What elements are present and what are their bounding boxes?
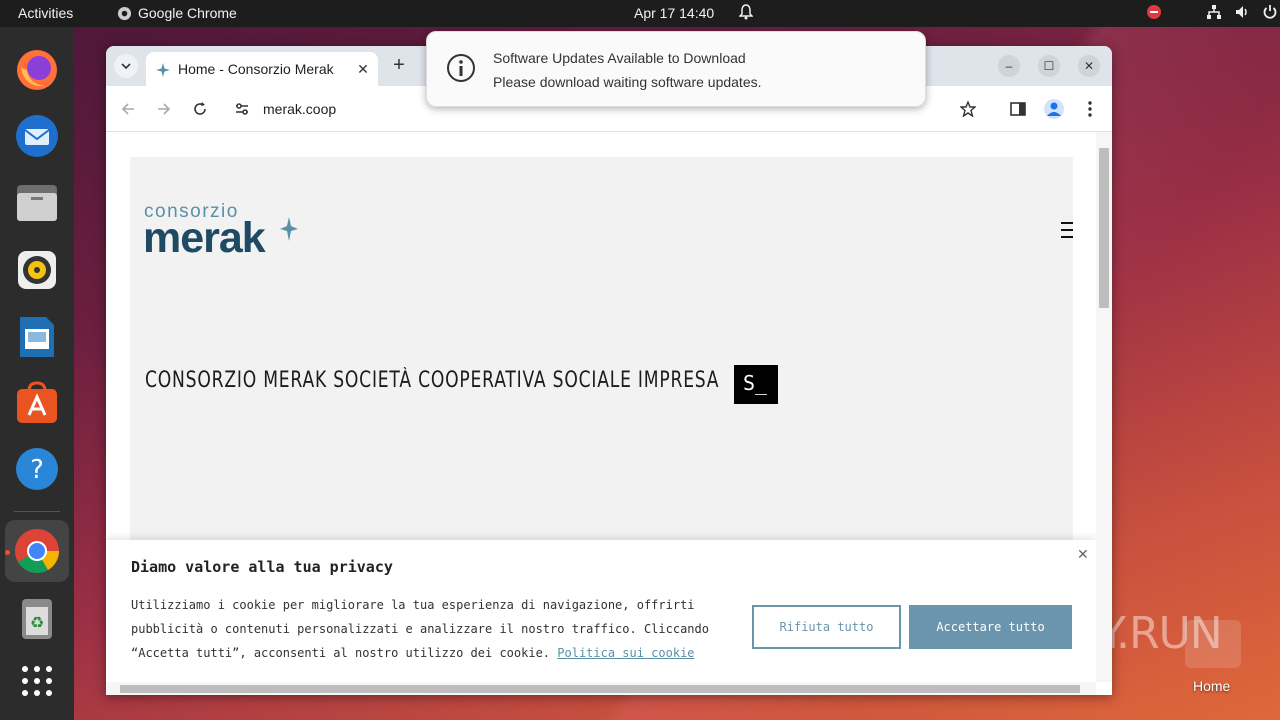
google-chrome-icon[interactable] <box>13 527 61 575</box>
profile-button[interactable] <box>1042 97 1066 121</box>
chrome-window: Home - Consorzio Merak ✕ + – ☐ ✕ merak.c… <box>106 46 1112 695</box>
page-viewport: consorzio merak CONSORZIO MERAK SOCIETÀ … <box>106 132 1096 682</box>
back-button[interactable] <box>116 97 140 121</box>
dock-separator <box>14 511 60 512</box>
home-folder-label[interactable]: Home <box>1193 678 1230 694</box>
home-folder-icon[interactable] <box>1185 620 1241 668</box>
star-icon <box>960 101 976 117</box>
cookie-banner: ✕ Diamo valore alla tua privacy Utilizzi… <box>106 540 1096 682</box>
tab-search-button[interactable] <box>114 54 138 78</box>
chrome-menu-button[interactable] <box>1078 97 1102 121</box>
close-window-button[interactable]: ✕ <box>1078 55 1100 77</box>
forward-button[interactable] <box>152 97 176 121</box>
chevron-down-icon <box>121 63 131 69</box>
app-menu[interactable]: Google Chrome <box>117 5 237 21</box>
cookie-text-block: Utilizziamo i cookie per migliorare la t… <box>131 593 721 665</box>
logo-merak-text[interactable]: merak <box>143 214 266 263</box>
activities-button[interactable]: Activities <box>18 5 73 21</box>
logo-star-icon <box>280 217 298 246</box>
tab-close-icon[interactable]: ✕ <box>354 60 372 78</box>
reload-button[interactable] <box>188 97 212 121</box>
svg-text:?: ? <box>30 455 44 485</box>
more-vertical-icon <box>1088 101 1092 117</box>
typing-text-box: S_ <box>734 365 778 404</box>
new-tab-button[interactable]: + <box>388 55 410 77</box>
cookie-policy-link[interactable]: Politica sui cookie <box>557 646 694 660</box>
notification-body: Please download waiting software updates… <box>493 74 762 90</box>
volume-icon <box>1236 6 1247 18</box>
files-icon[interactable] <box>13 179 61 227</box>
side-panel-icon <box>1010 102 1026 116</box>
vertical-scroll-thumb[interactable] <box>1099 148 1109 308</box>
notification-title: Software Updates Available to Download <box>493 50 746 66</box>
url-text[interactable]: merak.coop <box>263 101 336 117</box>
thunderbird-icon[interactable] <box>13 112 61 160</box>
profile-avatar-icon <box>1044 99 1064 119</box>
arrow-right-icon <box>158 103 171 115</box>
hero-section: consorzio merak CONSORZIO MERAK SOCIETÀ … <box>130 157 1073 557</box>
app-name: Google Chrome <box>138 5 237 21</box>
hero-tagline: CONSORZIO MERAK SOCIETÀ COOPERATIVA SOCI… <box>145 368 720 393</box>
help-icon[interactable]: ? <box>13 445 61 493</box>
cookie-title: Diamo valore alla tua privacy <box>131 558 393 576</box>
notification-bell-icon[interactable] <box>738 4 754 23</box>
do-not-disturb-icon <box>1147 5 1161 19</box>
reject-all-button[interactable]: Rifiuta tutto <box>752 605 901 649</box>
side-panel-button[interactable] <box>1006 97 1030 121</box>
cookie-close-icon[interactable]: ✕ <box>1077 546 1089 563</box>
firefox-icon[interactable] <box>13 46 61 94</box>
svg-text:♻: ♻ <box>30 613 44 632</box>
ubuntu-software-icon[interactable] <box>13 379 61 427</box>
show-applications-icon[interactable] <box>13 657 61 705</box>
tab-home-consorzio-merak[interactable]: Home - Consorzio Merak ✕ <box>146 52 378 86</box>
vertical-scrollbar[interactable] <box>1096 132 1112 682</box>
clock[interactable]: Apr 17 14:40 <box>634 5 714 21</box>
site-settings-icon[interactable] <box>234 101 250 122</box>
libreoffice-impress-icon[interactable] <box>13 313 61 361</box>
reload-icon <box>194 102 206 115</box>
chrome-small-icon <box>117 6 132 20</box>
rhythmbox-icon[interactable] <box>13 246 61 294</box>
arrow-left-icon <box>121 103 134 115</box>
hamburger-menu-icon[interactable] <box>1061 222 1073 238</box>
tab-title: Home - Consorzio Merak <box>178 61 334 77</box>
network-icon <box>1207 5 1221 19</box>
power-icon <box>1263 5 1277 19</box>
top-bar: Activities Google Chrome Apr 17 14:40 <box>0 0 1280 27</box>
software-update-notification[interactable]: Software Updates Available to Download P… <box>426 31 926 107</box>
accept-all-button[interactable]: Accettare tutto <box>909 605 1072 649</box>
running-indicator <box>5 550 10 555</box>
bookmark-star-button[interactable] <box>956 97 980 121</box>
maximize-button[interactable]: ☐ <box>1038 55 1060 77</box>
trash-icon[interactable]: ♻ <box>13 595 61 643</box>
merak-favicon-icon <box>155 62 171 83</box>
info-icon <box>446 53 476 88</box>
horizontal-scrollbar[interactable] <box>106 682 1096 695</box>
dock: ? ♻ <box>0 27 74 720</box>
system-tray[interactable] <box>1146 4 1278 20</box>
horizontal-scroll-thumb[interactable] <box>120 685 1080 693</box>
minimize-button[interactable]: – <box>998 55 1020 77</box>
